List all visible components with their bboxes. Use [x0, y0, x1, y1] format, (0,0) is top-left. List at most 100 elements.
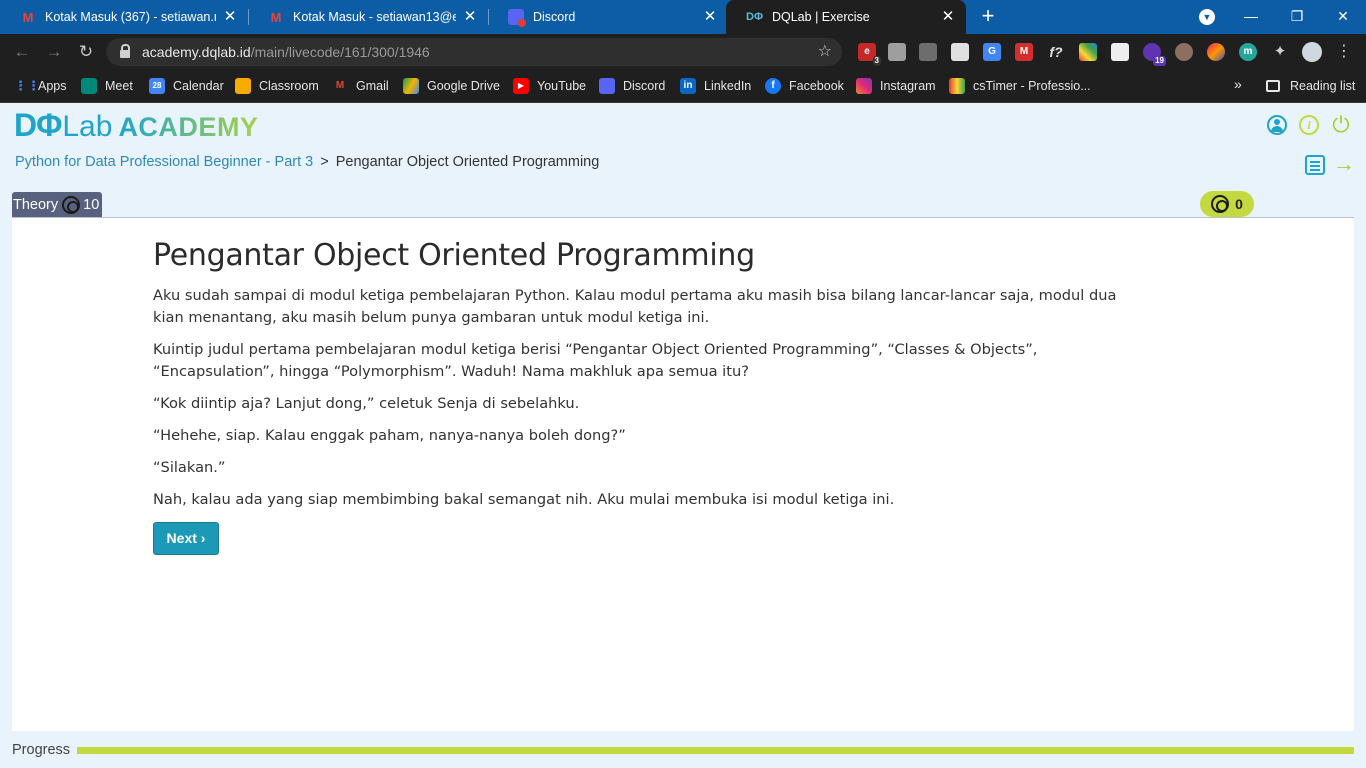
calendar-icon: 28	[149, 78, 165, 94]
bookmark-label: YouTube	[537, 79, 587, 93]
progress-bar-fill	[77, 747, 1354, 754]
bookmarks-overflow-icon[interactable]: »	[1234, 76, 1242, 92]
address-bar[interactable]: academy.dqlab.id/main/livecode/161/300/1…	[106, 38, 842, 66]
bookmark-calendar[interactable]: 28 Calendar	[149, 76, 224, 96]
extension-icon-ring[interactable]	[1207, 43, 1225, 61]
medal-icon	[62, 195, 81, 214]
instagram-icon	[856, 78, 872, 94]
lesson-card: Pengantar Object Oriented Programming Ak…	[12, 218, 1354, 731]
extension-icon-owl[interactable]	[1175, 43, 1193, 61]
extension-icon-notes[interactable]	[1111, 43, 1129, 61]
gmail-icon: M	[22, 9, 34, 25]
extensions-puzzle-icon[interactable]: ✦	[1271, 43, 1289, 61]
info-icon[interactable]: i	[1299, 115, 1319, 135]
cstimer-icon	[949, 78, 965, 94]
lesson-paragraph: Aku sudah sampai di modul ketiga pembela…	[153, 287, 1117, 326]
user-profile-icon[interactable]	[1267, 115, 1287, 135]
dqlab-page: DΦ Lab ACADEMY i ⏻ Python for Data Profe…	[0, 103, 1366, 768]
lesson-title: Pengantar Object Oriented Programming	[153, 238, 755, 273]
close-icon[interactable]: ✕	[462, 9, 478, 25]
tab-theory[interactable]: Theory 10	[12, 192, 103, 217]
extension-icon-window[interactable]	[951, 43, 969, 61]
bookmark-label: Gmail	[356, 79, 389, 93]
breadcrumb-separator: >	[320, 154, 329, 170]
url-host: academy.dqlab.id	[142, 44, 251, 60]
browser-tab-gmail-1[interactable]: M Kotak Masuk (367) - setiawan.mo ✕	[0, 0, 249, 34]
extension-icon-mendeley[interactable]: M	[1015, 43, 1033, 61]
tab-title: Discord	[533, 10, 576, 24]
next-chapter-arrow-icon[interactable]: →	[1333, 151, 1355, 177]
tab-search-icon[interactable]: ▼	[1199, 9, 1215, 25]
translate-icon[interactable]: G	[983, 43, 1001, 61]
minimize-button[interactable]: ―	[1228, 0, 1274, 34]
bookmark-label: Google Drive	[427, 79, 500, 93]
logo-dq: DΦ	[14, 107, 62, 143]
breadcrumb: Python for Data Professional Beginner - …	[15, 154, 599, 170]
browser-tabstrip: M Kotak Masuk (367) - setiawan.mo ✕ M Ko…	[0, 0, 1366, 34]
score-badge: 0	[1200, 191, 1254, 217]
bookmark-label: Facebook	[789, 79, 844, 93]
dqlab-icon: DΦ	[746, 11, 763, 23]
back-arrow-icon[interactable]: ←	[10, 41, 34, 63]
discord-icon	[599, 78, 615, 94]
gmail-icon: M	[335, 80, 345, 91]
power-icon[interactable]: ⏻	[1331, 114, 1351, 136]
profile-avatar[interactable]	[1302, 42, 1322, 62]
bookmark-drive[interactable]: Google Drive	[403, 76, 500, 96]
lesson-paragraph: Kuintip judul pertama pembelajaran modul…	[153, 341, 1038, 380]
color-picker-icon[interactable]	[1079, 43, 1097, 61]
dqlab-academy-logo[interactable]: DΦ Lab ACADEMY	[14, 107, 258, 143]
new-tab-button[interactable]: +	[976, 5, 1000, 29]
breadcrumb-course-link[interactable]: Python for Data Professional Beginner - …	[15, 154, 313, 170]
bookmark-instagram[interactable]: Instagram	[856, 76, 936, 96]
youtube-icon: ▶	[513, 78, 529, 94]
formula-icon[interactable]: f?	[1047, 43, 1065, 61]
extension-icon-gray[interactable]	[888, 43, 906, 61]
extension-badge: 3	[872, 56, 881, 66]
next-button[interactable]: Next ›	[153, 522, 219, 555]
browser-tab-gmail-2[interactable]: M Kotak Masuk - setiawan13@elekt ✕	[248, 0, 489, 34]
bookmark-label: Meet	[105, 79, 133, 93]
bookmark-label: Discord	[623, 79, 666, 93]
bookmark-label: Apps	[38, 79, 67, 93]
extension-badge: 19	[1153, 56, 1166, 66]
close-icon[interactable]: ✕	[222, 9, 238, 25]
browser-tab-discord[interactable]: Discord ✕	[488, 0, 728, 34]
bookmark-linkedin[interactable]: in LinkedIn	[680, 76, 751, 96]
medal-icon	[1211, 195, 1230, 213]
lesson-paragraph: “Silakan.”	[153, 459, 226, 476]
score-value: 0	[1235, 196, 1243, 212]
bookmark-facebook[interactable]: f Facebook	[765, 76, 844, 96]
apps-grid-icon: ⋮⋮	[14, 78, 40, 93]
lesson-content: Pengantar Object Oriented Programming Ak…	[153, 238, 1133, 555]
bookmark-gmail[interactable]: M Gmail	[332, 76, 389, 96]
close-icon[interactable]: ✕	[702, 9, 718, 25]
bookmark-label: LinkedIn	[704, 79, 752, 93]
close-icon[interactable]: ✕	[940, 9, 956, 25]
progress-bar	[77, 747, 1354, 754]
extension-icon-red[interactable]: e3	[858, 43, 881, 66]
extension-icon-purple[interactable]: 19	[1143, 43, 1166, 66]
bookmark-meet[interactable]: Meet	[81, 76, 133, 96]
browser-toolbar: ← → ↻ academy.dqlab.id/main/livecode/161…	[0, 34, 1366, 70]
lock-icon	[120, 44, 130, 58]
linkedin-icon: in	[680, 78, 696, 94]
bookmark-youtube[interactable]: ▶ YouTube	[513, 76, 586, 96]
reading-list-button[interactable]: Reading list	[1266, 76, 1355, 96]
module-list-icon[interactable]	[1305, 155, 1325, 175]
bookmark-cstimer[interactable]: csTimer - Professio...	[949, 76, 1091, 96]
restore-button[interactable]: ❐	[1274, 0, 1320, 34]
kebab-menu-icon[interactable]: ⋮	[1336, 41, 1352, 61]
forward-arrow-icon[interactable]: →	[42, 41, 66, 63]
extension-icon-m[interactable]: m	[1239, 43, 1257, 61]
bookmark-classroom[interactable]: Classroom	[235, 76, 319, 96]
close-window-button[interactable]: ✕	[1320, 0, 1366, 34]
extension-icon-copy[interactable]	[919, 43, 937, 61]
bookmark-star-icon[interactable]: ☆	[818, 41, 832, 61]
bookmark-discord[interactable]: Discord	[599, 76, 665, 96]
reload-icon[interactable]: ↻	[74, 41, 98, 63]
bookmark-apps[interactable]: ⋮⋮ Apps	[14, 76, 67, 96]
bookmark-label: Classroom	[259, 79, 319, 93]
theory-tab-label: Theory	[13, 196, 59, 213]
browser-tab-dqlab[interactable]: DΦ DQLab | Exercise ✕	[726, 0, 966, 34]
